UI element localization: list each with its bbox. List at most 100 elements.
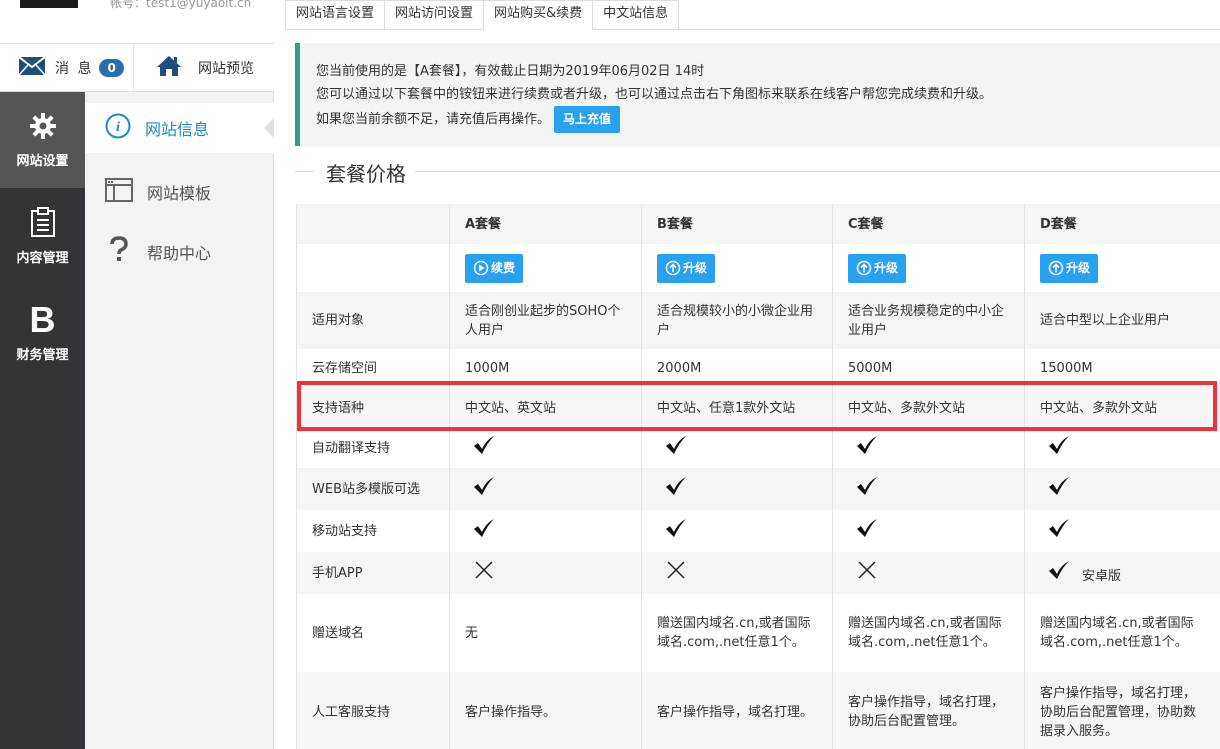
row-label: 人工客服支持 (296, 672, 450, 749)
table-cell (832, 428, 1025, 468)
table-row-target: 适用对象 适合刚创业起步的SOHO个人用户 适合规模较小的小微企业用户 适合业务… (296, 292, 1220, 349)
renew-plan-a-button[interactable]: 续费 (465, 253, 524, 283)
cross-icon (475, 561, 493, 585)
clipboard-icon (30, 206, 56, 241)
tab-purchase-renewal[interactable]: 网站购买&续费 (484, 0, 594, 30)
table-row-templates: WEB站多模版可选 (296, 468, 1220, 510)
table-cell: 升级 (641, 244, 833, 292)
sidebar-item-finance-management[interactable]: B 财务管理 (0, 284, 85, 380)
tab-chinese-site-info[interactable]: 中文站信息 (593, 0, 680, 30)
table-cell (641, 428, 833, 468)
messages-button[interactable]: 消 息 0 (0, 44, 134, 92)
notice-line-balance: 如果您当前余额不足，请充值后再操作。 马上充值 (316, 106, 1220, 133)
divider (295, 171, 315, 172)
envelope-icon (18, 56, 46, 80)
table-cell (449, 552, 642, 594)
table-cell: 2000M (641, 349, 833, 388)
template-icon (105, 178, 133, 206)
table-cell: 升级 (1024, 244, 1220, 292)
table-cell: 15000M (1024, 349, 1220, 388)
sidebar-label: 财务管理 (16, 347, 69, 363)
sub-item-label: 网站信息 (145, 120, 210, 139)
upgrade-plan-c-button[interactable]: 升级 (848, 253, 907, 283)
upgrade-plan-d-button[interactable]: 升级 (1040, 253, 1099, 283)
section-heading: 套餐价格 (295, 158, 1220, 186)
table-cell: 赠送国内域名.cn,或者国际域名.com,.net任意1个。 (832, 594, 1025, 672)
home-icon (156, 55, 182, 81)
row-label: 移动站支持 (296, 510, 450, 552)
account-label: 帐号：test1@yuyaoit.cn (110, 0, 252, 10)
settings-tabs: 网站语言设置 网站访问设置 网站购买&续费 中文站信息 (285, 0, 1220, 30)
messages-count-badge: 0 (99, 59, 124, 77)
table-cell: 无 (449, 594, 642, 672)
sidebar-item-site-settings[interactable]: 网站设置 (0, 92, 85, 188)
table-cell (641, 510, 833, 552)
b-letter-icon: B (29, 298, 56, 340)
table-cell: 1000M (449, 349, 642, 388)
question-icon (105, 236, 133, 268)
table-cell (832, 510, 1025, 552)
row-label: 适用对象 (296, 292, 450, 349)
table-header-row: A套餐 B套餐 C套餐 D套餐 (296, 204, 1220, 244)
table-cell: 中文站、英文站 (449, 388, 642, 428)
info-icon: i (105, 113, 131, 143)
notice-line-current-plan: 您当前使用的是【A套餐】，有效截止日期为2019年06月02日 14时 (316, 64, 705, 79)
plan-c-header: C套餐 (832, 204, 1025, 244)
checkmark-icon (1048, 518, 1070, 544)
plan-d-header: D套餐 (1024, 204, 1220, 244)
plan-price-table: A套餐 B套餐 C套餐 D套餐 续费 升级 升级 升级 适用对象 适合刚创业起步… (296, 204, 1220, 749)
plan-b-header: B套餐 (641, 204, 833, 244)
row-label: 赠送域名 (296, 594, 450, 672)
table-cell: 客户操作指导，域名打理。 (641, 672, 833, 749)
sub-item-label: 帮助中心 (147, 244, 212, 263)
checkmark-icon (665, 518, 687, 544)
table-cell (1024, 510, 1220, 552)
table-cell (449, 428, 642, 468)
table-cell (296, 244, 450, 292)
sidebar-item-content-management[interactable]: 内容管理 (0, 188, 85, 284)
table-cell: 安卓版 (1024, 552, 1220, 594)
sub-item-label: 网站模板 (147, 184, 212, 203)
table-cell (832, 552, 1025, 594)
table-cell: 客户操作指导，域名打理，协助后台配置管理，协助数据录入服务。 (1024, 672, 1220, 749)
top-nav: 消 息 0 网站预览 (0, 44, 274, 92)
checkmark-icon (856, 435, 878, 461)
messages-label: 消 息 (55, 61, 94, 77)
table-row-mobile: 移动站支持 (296, 510, 1220, 552)
table-cell: 适合业务规模稳定的中小企业用户 (832, 292, 1025, 349)
sub-menu: i 网站信息 网站模板 帮助中心 (85, 92, 274, 749)
active-pointer (264, 118, 274, 138)
row-label: 云存储空间 (296, 349, 450, 388)
button-label: 升级 (683, 260, 708, 275)
arrow-up-circle-icon (856, 260, 872, 276)
sub-item-site-template[interactable]: 网站模板 (85, 167, 274, 217)
play-circle-icon (473, 260, 489, 276)
table-row-storage: 云存储空间 1000M 2000M 5000M 15000M (296, 349, 1220, 388)
table-cell: 适合中型以上企业用户 (1024, 292, 1220, 349)
table-cell: 续费 (449, 244, 642, 292)
notice-line-instructions: 您可以通过以下套餐中的铵钮来进行续费或者升级，也可以通过点击右下角图标来联系在线… (316, 87, 993, 102)
logo[interactable] (20, 0, 78, 8)
table-cell (449, 468, 642, 510)
table-row-actions: 续费 升级 升级 升级 (296, 244, 1220, 292)
table-row-languages: 支持语种 中文站、英文站 中文站、任意1款外文站 中文站、多款外文站 中文站、多… (296, 388, 1220, 428)
table-cell (1024, 468, 1220, 510)
tab-site-language[interactable]: 网站语言设置 (285, 0, 386, 30)
site-preview-label: 网站预览 (198, 61, 254, 77)
sub-item-site-info[interactable]: i 网站信息 (85, 103, 274, 153)
arrow-up-circle-icon (665, 260, 681, 276)
android-version-label: 安卓版 (1082, 569, 1122, 584)
recharge-button[interactable]: 马上充值 (554, 106, 621, 133)
site-preview-button[interactable]: 网站预览 (134, 44, 274, 92)
sub-item-help-center[interactable]: 帮助中心 (85, 227, 274, 277)
table-cell: 客户操作指导，域名打理，协助后台配置管理。 (832, 672, 1025, 749)
cross-icon (667, 561, 685, 585)
tab-site-access[interactable]: 网站访问设置 (385, 0, 485, 30)
main-sidebar: 网站设置 内容管理 B 财务管理 (0, 92, 85, 749)
checkmark-icon (473, 476, 495, 502)
checkmark-icon (665, 435, 687, 461)
table-row-app: 手机APP 安卓版 (296, 552, 1220, 594)
plan-a-header: A套餐 (449, 204, 642, 244)
upgrade-plan-b-button[interactable]: 升级 (657, 253, 716, 283)
gear-icon (29, 112, 57, 144)
